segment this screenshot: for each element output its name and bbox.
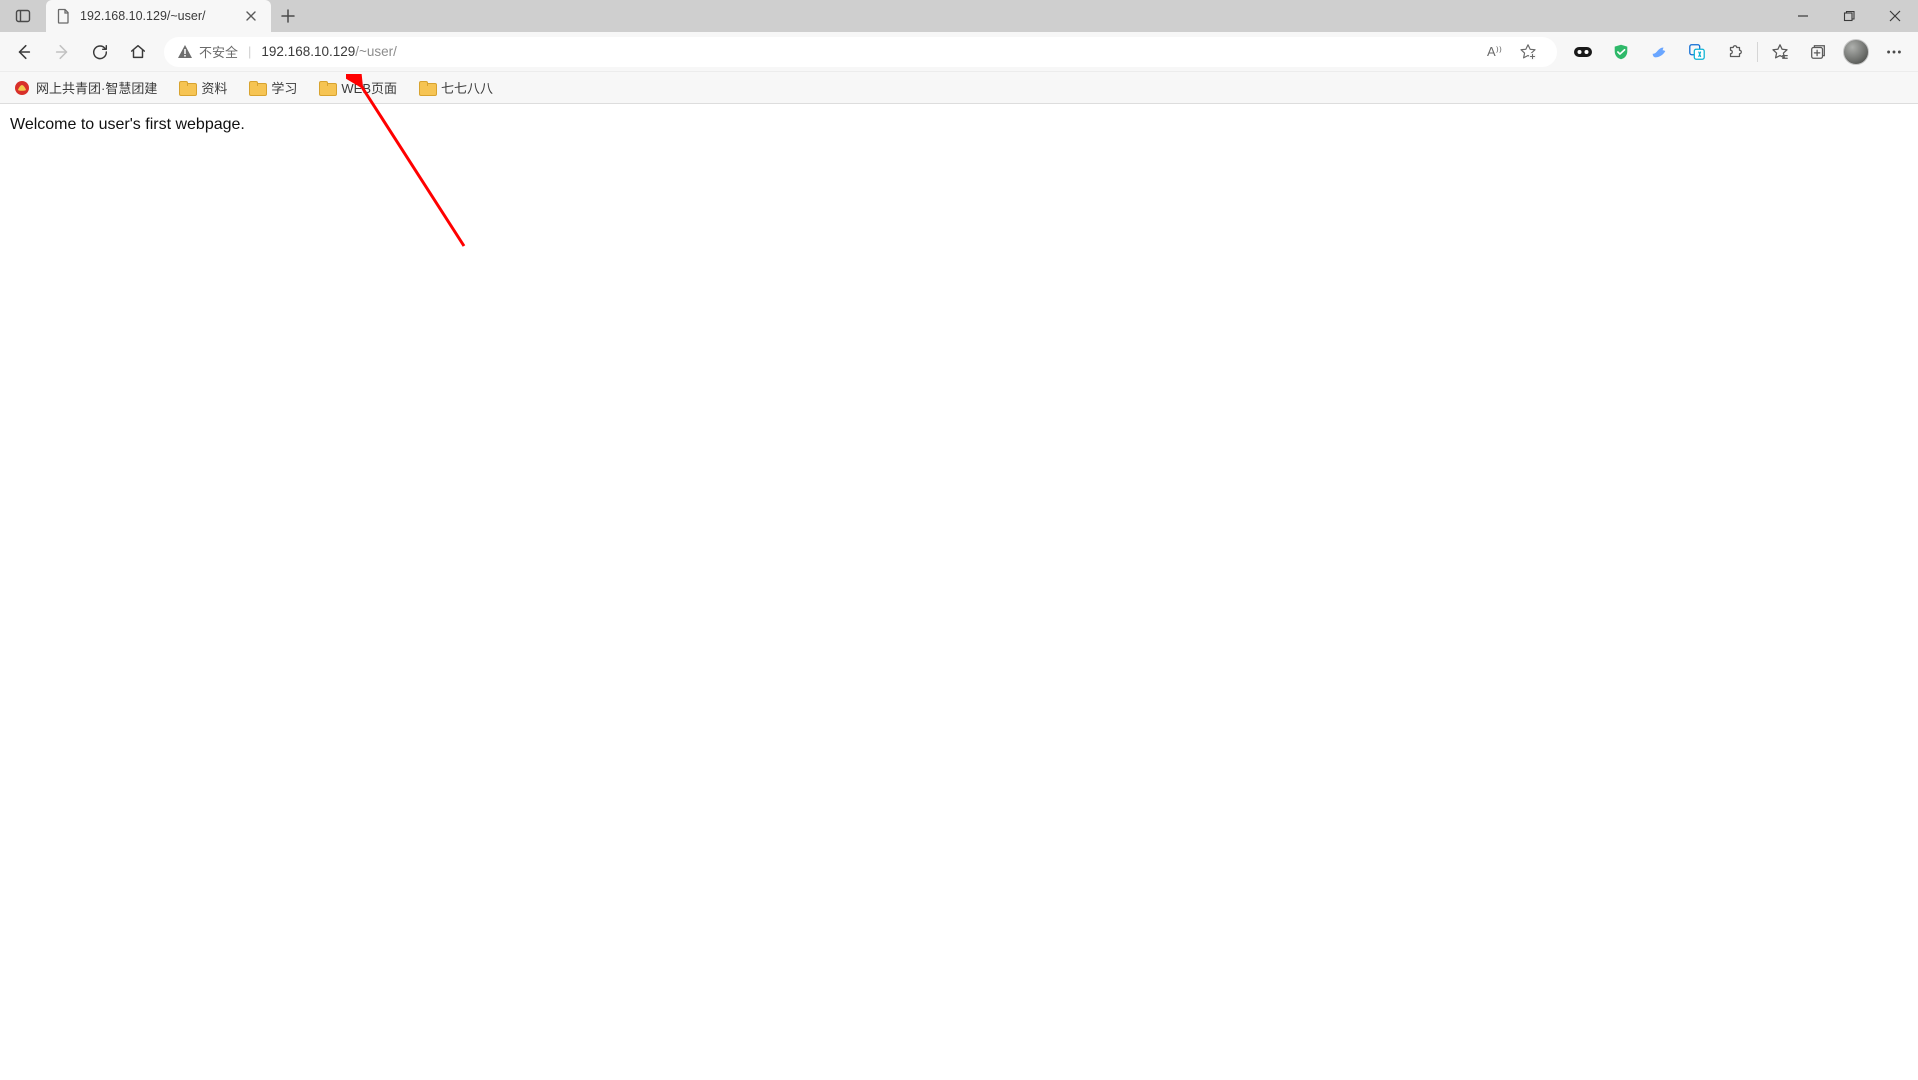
folder-icon xyxy=(319,81,335,95)
read-aloud-button[interactable]: A⁾⁾ xyxy=(1483,36,1506,68)
bookmark-item[interactable]: 七七八八 xyxy=(415,75,497,100)
close-icon xyxy=(245,10,257,22)
settings-more-button[interactable] xyxy=(1876,36,1912,68)
back-button[interactable] xyxy=(6,36,42,68)
favorite-button[interactable] xyxy=(1510,36,1546,68)
browser-tab-active[interactable]: 192.168.10.129/~user/ xyxy=(46,0,271,32)
address-separator: | xyxy=(248,44,251,59)
new-tab-button[interactable] xyxy=(271,0,305,32)
url-host: 192.168.10.129 xyxy=(261,44,355,59)
site-security-indicator[interactable]: 不安全 xyxy=(177,42,238,61)
refresh-button[interactable] xyxy=(82,36,118,68)
more-horizontal-icon xyxy=(1885,43,1903,61)
extension-button-1[interactable] xyxy=(1565,36,1601,68)
annotation-arrow xyxy=(346,74,486,274)
bookmark-label: 学习 xyxy=(271,78,297,97)
bookmark-label: WEB页面 xyxy=(341,78,397,97)
profile-button[interactable] xyxy=(1838,36,1874,68)
nav-toolbar: 不安全 | 192.168.10.129/~user/ A⁾⁾ xyxy=(0,32,1918,72)
refresh-icon xyxy=(91,43,109,61)
maximize-icon xyxy=(1843,10,1855,22)
tab-title: 192.168.10.129/~user/ xyxy=(80,9,233,23)
bookmark-favicon xyxy=(14,80,30,96)
avatar-icon xyxy=(1843,39,1869,65)
tab-actions-icon xyxy=(15,8,31,24)
extension-button-2[interactable] xyxy=(1603,36,1639,68)
site-security-label: 不安全 xyxy=(199,42,238,61)
bookmark-label: 七七八八 xyxy=(441,78,493,97)
star-list-icon xyxy=(1771,43,1789,61)
arrow-left-icon xyxy=(15,43,33,61)
forward-button[interactable] xyxy=(44,36,80,68)
toolbar-divider xyxy=(1757,42,1758,62)
bookmarks-bar: 网上共青团·智慧团建 资料 学习 WEB页面 七七八八 xyxy=(0,72,1918,104)
minimize-icon xyxy=(1797,10,1809,22)
folder-icon xyxy=(419,81,435,95)
favorites-list-button[interactable] xyxy=(1762,36,1798,68)
title-bar: 192.168.10.129/~user/ xyxy=(0,0,1918,32)
bird-icon xyxy=(1650,43,1668,61)
window-close-button[interactable] xyxy=(1872,0,1918,32)
arrow-right-icon xyxy=(53,43,71,61)
home-button[interactable] xyxy=(120,36,156,68)
url-path: /~user/ xyxy=(355,44,397,59)
puzzle-icon xyxy=(1726,43,1744,61)
page-icon xyxy=(56,8,72,24)
extension-button-3[interactable] xyxy=(1641,36,1677,68)
bookmark-item[interactable]: 网上共青团·智慧团建 xyxy=(10,75,161,100)
window-maximize-button[interactable] xyxy=(1826,0,1872,32)
tab-actions-button[interactable] xyxy=(0,0,46,32)
titlebar-drag-area[interactable] xyxy=(305,0,1780,32)
url-text: 192.168.10.129/~user/ xyxy=(261,44,397,59)
not-secure-icon xyxy=(177,44,193,60)
mask-icon xyxy=(1573,44,1593,60)
shield-check-icon xyxy=(1612,43,1630,61)
extension-button-4[interactable] xyxy=(1679,36,1715,68)
tab-close-button[interactable] xyxy=(241,6,261,26)
translate-icon xyxy=(1688,43,1706,61)
bookmark-item[interactable]: 学习 xyxy=(245,75,301,100)
page-content: Welcome to user's first webpage. xyxy=(0,104,1918,1080)
address-bar[interactable]: 不安全 | 192.168.10.129/~user/ A⁾⁾ xyxy=(164,37,1557,67)
home-icon xyxy=(129,43,147,61)
close-icon xyxy=(1889,10,1901,22)
page-body-text: Welcome to user's first webpage. xyxy=(10,116,245,133)
bookmark-item[interactable]: 资料 xyxy=(175,75,231,100)
collections-icon xyxy=(1809,43,1827,61)
star-add-icon xyxy=(1519,43,1537,61)
read-aloud-icon: A⁾⁾ xyxy=(1487,44,1502,60)
extensions-menu-button[interactable] xyxy=(1717,36,1753,68)
bookmark-label: 网上共青团·智慧团建 xyxy=(36,78,157,97)
plus-icon xyxy=(281,9,295,23)
folder-icon xyxy=(179,81,195,95)
window-minimize-button[interactable] xyxy=(1780,0,1826,32)
collections-button[interactable] xyxy=(1800,36,1836,68)
bookmark-label: 资料 xyxy=(201,78,227,97)
folder-icon xyxy=(249,81,265,95)
bookmark-item[interactable]: WEB页面 xyxy=(315,75,401,100)
